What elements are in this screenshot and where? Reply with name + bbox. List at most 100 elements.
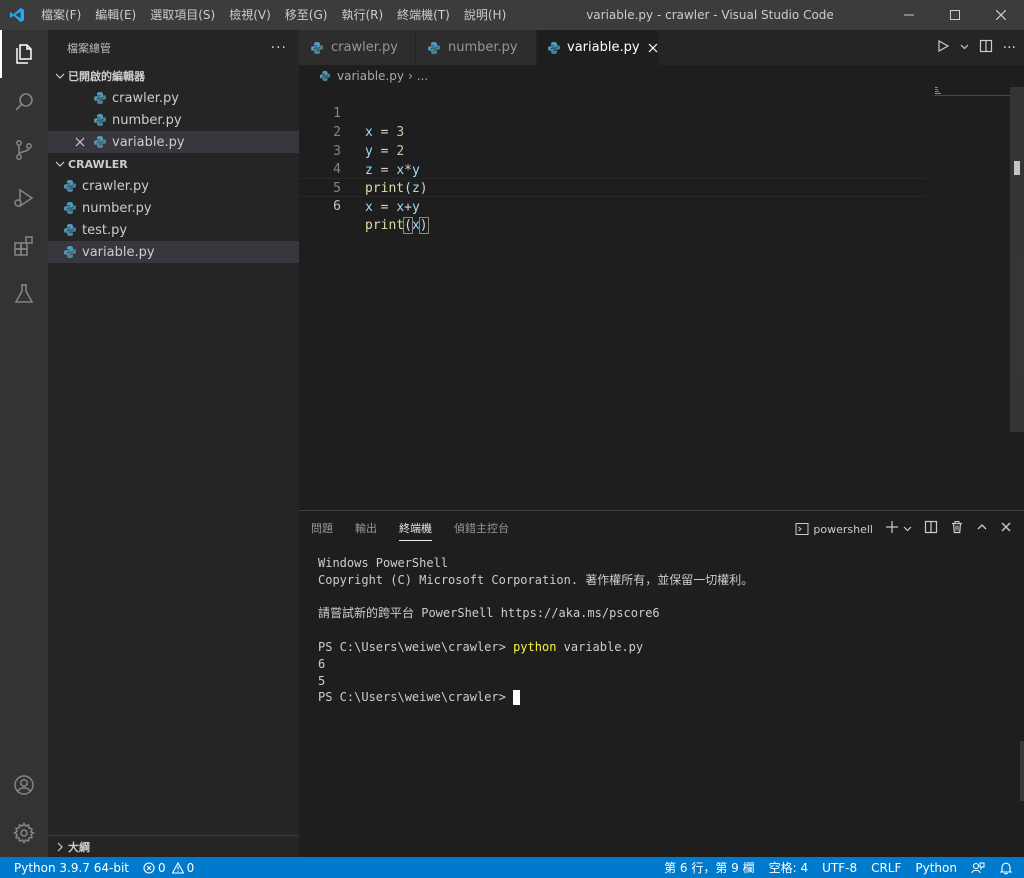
split-editor-icon[interactable] (979, 39, 993, 57)
panel-scrollbar[interactable] (1020, 741, 1024, 801)
menu-go[interactable]: 移至(G) (278, 0, 335, 30)
warning-icon (171, 861, 184, 874)
menu-terminal[interactable]: 終端機(T) (390, 0, 457, 30)
open-editor-item[interactable]: crawler.py (48, 87, 299, 109)
menu-file[interactable]: 檔案(F) (34, 0, 88, 30)
testing-button[interactable] (0, 270, 48, 318)
folder-label: CRAWLER (68, 157, 128, 171)
notifications-button[interactable] (992, 857, 1020, 878)
maximize-button[interactable] (932, 0, 978, 30)
menu-edit[interactable]: 編輯(E) (88, 0, 143, 30)
flask-icon (14, 284, 34, 303)
tab-output[interactable]: 輸出 (355, 511, 377, 547)
more-actions-icon[interactable]: ··· (1003, 40, 1016, 56)
menu-run[interactable]: 執行(R) (334, 0, 390, 30)
trash-icon[interactable] (950, 520, 964, 538)
problems-status[interactable]: 0 0 (136, 857, 201, 878)
terminal-prompt-line: PS C:\Users\weiwe\crawler> (318, 689, 753, 706)
tab-problems[interactable]: 問題 (311, 511, 333, 547)
error-icon (143, 861, 155, 874)
title-bar: 檔案(F) 編輯(E) 選取項目(S) 檢視(V) 移至(G) 執行(R) 終端… (0, 0, 1024, 30)
file-tree-item[interactable]: number.py (48, 197, 299, 219)
scrollbar-thumb[interactable] (1010, 87, 1024, 432)
extensions-button[interactable] (0, 222, 48, 270)
indentation[interactable]: 空格: 4 (762, 857, 816, 878)
run-file-icon[interactable] (936, 39, 950, 57)
close-editor-icon[interactable] (72, 137, 88, 147)
folder-section[interactable]: CRAWLER (48, 153, 299, 175)
code-line[interactable]: 1 x = 3 (299, 85, 404, 140)
outline-section[interactable]: 大綱 (48, 835, 299, 857)
tab-terminal[interactable]: 終端機 (399, 511, 432, 547)
run-debug-button[interactable] (0, 174, 48, 222)
code-line-current[interactable]: 6 print(x) (299, 178, 429, 234)
error-count: 0 (158, 860, 166, 875)
terminal-prompt: PS C:\Users\weiwe\crawler> (318, 639, 514, 654)
file-tree-item-active[interactable]: variable.py (48, 241, 299, 263)
line-code: print(x) (365, 217, 429, 234)
minimize-icon (904, 14, 914, 16)
code-line[interactable]: 5 x = x+y (299, 160, 420, 215)
menu-view[interactable]: 檢視(V) (222, 0, 278, 30)
terminal-icon (795, 523, 809, 535)
end-of-line[interactable]: CRLF (864, 857, 908, 878)
tab-number[interactable]: number.py (416, 30, 537, 65)
new-terminal-icon[interactable] (885, 520, 899, 538)
more-actions-button[interactable]: ··· (271, 40, 287, 56)
line-code: z = x*y (365, 163, 420, 178)
open-editor-item[interactable]: number.py (48, 109, 299, 131)
encoding[interactable]: UTF-8 (815, 857, 864, 878)
tab-variable[interactable]: variable.py (537, 30, 659, 65)
python-file-icon (92, 90, 108, 106)
close-tab-icon[interactable] (648, 43, 658, 53)
search-button[interactable] (0, 78, 48, 126)
feedback-icon (971, 862, 985, 873)
code-line[interactable]: 3 z = x*y (299, 123, 420, 178)
split-terminal-icon[interactable] (924, 520, 938, 538)
open-editors-section[interactable]: 已開啟的編輯器 (48, 65, 299, 87)
breadcrumb-separator: › (407, 69, 413, 83)
chevron-down-icon[interactable] (903, 522, 912, 537)
feedback-button[interactable] (964, 857, 992, 878)
menu-help[interactable]: 說明(H) (457, 0, 513, 30)
terminal-selector[interactable]: powershell (795, 522, 873, 536)
cursor-position[interactable]: 第 6 行，第 9 欄 (657, 857, 762, 878)
code-line[interactable]: 4 print(z) (299, 141, 427, 196)
breadcrumb-file[interactable]: variable.py (337, 69, 404, 83)
gear-icon (13, 822, 36, 844)
language-mode[interactable]: Python (908, 857, 964, 878)
tab-debug-console[interactable]: 偵錯主控台 (454, 511, 509, 547)
manage-button[interactable] (0, 809, 48, 857)
outline-label: 大綱 (68, 840, 90, 854)
sidebar-header: 檔案總管 ··· (48, 30, 299, 65)
close-panel-icon[interactable] (1000, 521, 1012, 537)
minimize-button[interactable] (886, 0, 932, 30)
open-editor-item-active[interactable]: variable.py (48, 131, 299, 153)
vscode-logo-icon (0, 0, 34, 30)
minimap[interactable] (934, 87, 1014, 99)
chevron-down-icon (52, 71, 68, 81)
terminal-command-line: PS C:\Users\weiwe\crawler> python variab… (318, 639, 753, 656)
python-interpreter[interactable]: Python 3.9.7 64-bit (0, 857, 136, 878)
explorer-button[interactable] (0, 30, 48, 78)
close-window-button[interactable] (978, 0, 1024, 30)
python-file-icon (309, 40, 325, 56)
open-editors-label: 已開啟的編輯器 (68, 70, 145, 83)
code-editor[interactable]: 1 x = 3 2 y = 2 3 z = x*y 4 print(z) 5 x… (299, 87, 1024, 510)
chevron-down-icon[interactable] (960, 40, 969, 55)
menu-selection[interactable]: 選取項目(S) (143, 0, 222, 30)
tab-crawler[interactable]: crawler.py (299, 30, 416, 65)
source-control-button[interactable] (0, 126, 48, 174)
terminal-output[interactable]: Windows PowerShell Copyright (C) Microso… (318, 555, 753, 706)
breadcrumb: variable.py › ... (299, 65, 1024, 87)
breadcrumb-symbols[interactable]: ... (417, 69, 428, 83)
file-name: number.py (82, 200, 152, 216)
editor-scrollbar[interactable] (1010, 87, 1024, 510)
maximize-panel-icon[interactable] (976, 521, 988, 537)
file-tree-item[interactable]: test.py (48, 219, 299, 241)
accounts-button[interactable] (0, 761, 48, 809)
file-tree-item[interactable]: crawler.py (48, 175, 299, 197)
code-line[interactable]: 2 y = 2 (299, 104, 404, 159)
